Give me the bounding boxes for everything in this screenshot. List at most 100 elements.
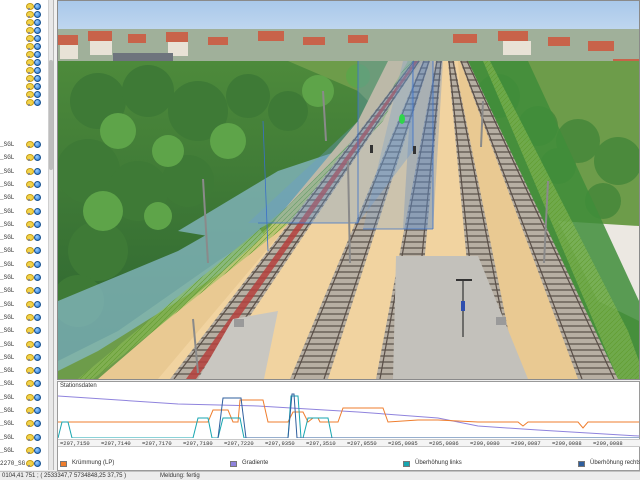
tree-item[interactable]: _SGL xyxy=(0,140,53,150)
tree-item[interactable]: _SGL xyxy=(0,300,53,310)
visibility-bulb-icon[interactable] xyxy=(26,3,34,10)
visibility-bulb-icon[interactable] xyxy=(26,300,34,308)
visibility-bulb-icon[interactable] xyxy=(26,393,34,401)
layer-status-icon[interactable] xyxy=(34,433,41,441)
layer-status-icon[interactable] xyxy=(34,274,41,281)
layer-status-icon[interactable] xyxy=(34,420,41,428)
tree-item[interactable]: _SGL xyxy=(0,167,53,177)
visibility-bulb-icon[interactable] xyxy=(26,19,34,26)
visibility-bulb-icon[interactable] xyxy=(26,35,34,42)
visibility-bulb-icon[interactable] xyxy=(26,460,34,468)
tree-item[interactable]: _SGL xyxy=(0,433,53,443)
tree-item[interactable]: _SGL xyxy=(0,326,53,336)
visibility-bulb-icon[interactable] xyxy=(26,340,34,348)
layer-status-icon[interactable] xyxy=(34,367,41,375)
visibility-bulb-icon[interactable] xyxy=(26,287,34,295)
tree-item[interactable]: _SGL xyxy=(0,180,53,190)
tree-item[interactable]: _SGL xyxy=(0,340,53,350)
visibility-bulb-icon[interactable] xyxy=(26,27,34,34)
layer-status-icon[interactable] xyxy=(34,35,41,42)
visibility-bulb-icon[interactable] xyxy=(26,407,34,414)
tree-item[interactable]: _SGL xyxy=(0,379,53,389)
visibility-bulb-icon[interactable] xyxy=(26,194,34,202)
tree-item[interactable]: _SGL xyxy=(0,366,53,376)
layer-status-icon[interactable] xyxy=(34,99,41,106)
layer-status-icon[interactable] xyxy=(34,43,41,50)
tree-item[interactable]: _SGL xyxy=(0,193,53,203)
visibility-bulb-icon[interactable] xyxy=(26,154,34,162)
layer-status-icon[interactable] xyxy=(34,154,41,162)
layer-status-icon[interactable] xyxy=(34,247,41,255)
tree-item[interactable]: _SGL xyxy=(0,220,53,230)
visibility-bulb-icon[interactable] xyxy=(26,83,34,90)
visibility-bulb-icon[interactable] xyxy=(26,207,34,215)
layer-status-icon[interactable] xyxy=(34,67,41,74)
visibility-bulb-icon[interactable] xyxy=(26,75,34,82)
layer-status-icon[interactable] xyxy=(34,207,41,215)
layer-status-icon[interactable] xyxy=(34,340,41,348)
visibility-bulb-icon[interactable] xyxy=(26,313,34,321)
visibility-bulb-icon[interactable] xyxy=(26,327,34,335)
visibility-bulb-icon[interactable] xyxy=(26,67,34,74)
layer-status-icon[interactable] xyxy=(34,300,41,308)
tree-item[interactable]: _SGL xyxy=(0,393,53,403)
layer-status-icon[interactable] xyxy=(34,220,41,228)
layer-status-icon[interactable] xyxy=(34,91,41,98)
layer-status-icon[interactable] xyxy=(34,194,41,202)
tree-item[interactable]: _SGL xyxy=(0,446,53,456)
visibility-bulb-icon[interactable] xyxy=(26,433,34,441)
layer-status-icon[interactable] xyxy=(34,59,41,66)
layer-status-icon[interactable] xyxy=(34,167,41,175)
visibility-bulb-icon[interactable] xyxy=(26,367,34,375)
tree-item[interactable]: _SGL xyxy=(0,406,53,416)
layer-status-icon[interactable] xyxy=(34,141,41,148)
3d-viewport[interactable] xyxy=(57,0,640,380)
visibility-bulb-icon[interactable] xyxy=(26,353,34,361)
layer-status-icon[interactable] xyxy=(34,3,41,10)
layer-status-icon[interactable] xyxy=(34,327,41,335)
layer-status-icon[interactable] xyxy=(34,407,41,414)
visibility-bulb-icon[interactable] xyxy=(26,51,34,58)
tree-item[interactable]: _SGL xyxy=(0,419,53,429)
layer-status-icon[interactable] xyxy=(34,287,41,295)
visibility-bulb-icon[interactable] xyxy=(26,99,34,106)
visibility-bulb-icon[interactable] xyxy=(26,247,34,255)
tree-item[interactable]: _SGL xyxy=(0,233,53,243)
layer-status-icon[interactable] xyxy=(34,393,41,401)
layer-status-icon[interactable] xyxy=(34,27,41,34)
tree-item[interactable] xyxy=(0,98,53,108)
tree-item[interactable]: _SGL xyxy=(0,286,53,296)
tree-item[interactable]: _SGL xyxy=(0,273,53,283)
visibility-bulb-icon[interactable] xyxy=(26,91,34,98)
visibility-bulb-icon[interactable] xyxy=(26,59,34,66)
tree-item[interactable]: _SGL xyxy=(0,260,53,270)
tree-item[interactable]: _SGL xyxy=(0,353,53,363)
visibility-bulb-icon[interactable] xyxy=(26,220,34,228)
layer-status-icon[interactable] xyxy=(34,380,41,388)
tree-item[interactable]: _SGL xyxy=(0,153,53,163)
visibility-bulb-icon[interactable] xyxy=(26,167,34,175)
visibility-bulb-icon[interactable] xyxy=(26,446,34,454)
visibility-bulb-icon[interactable] xyxy=(26,420,34,428)
layer-status-icon[interactable] xyxy=(34,260,41,268)
layer-status-icon[interactable] xyxy=(34,51,41,58)
visibility-bulb-icon[interactable] xyxy=(26,141,34,148)
layer-status-icon[interactable] xyxy=(34,75,41,82)
layer-status-icon[interactable] xyxy=(34,83,41,90)
tree-scrollbar-thumb[interactable] xyxy=(49,60,53,170)
tree-item[interactable]: _SGL xyxy=(0,246,53,256)
layer-status-icon[interactable] xyxy=(34,234,41,242)
tree-item[interactable]: 2270_SG xyxy=(0,459,53,469)
layer-status-icon[interactable] xyxy=(34,460,41,468)
layer-status-icon[interactable] xyxy=(34,313,41,321)
visibility-bulb-icon[interactable] xyxy=(26,180,34,188)
layer-status-icon[interactable] xyxy=(34,446,41,454)
visibility-bulb-icon[interactable] xyxy=(26,234,34,242)
visibility-bulb-icon[interactable] xyxy=(26,43,34,50)
visibility-bulb-icon[interactable] xyxy=(26,260,34,268)
layer-status-icon[interactable] xyxy=(34,180,41,188)
layer-status-icon[interactable] xyxy=(34,19,41,26)
tree-item[interactable]: _SGL xyxy=(0,313,53,323)
visibility-bulb-icon[interactable] xyxy=(26,274,34,281)
visibility-bulb-icon[interactable] xyxy=(26,380,34,388)
